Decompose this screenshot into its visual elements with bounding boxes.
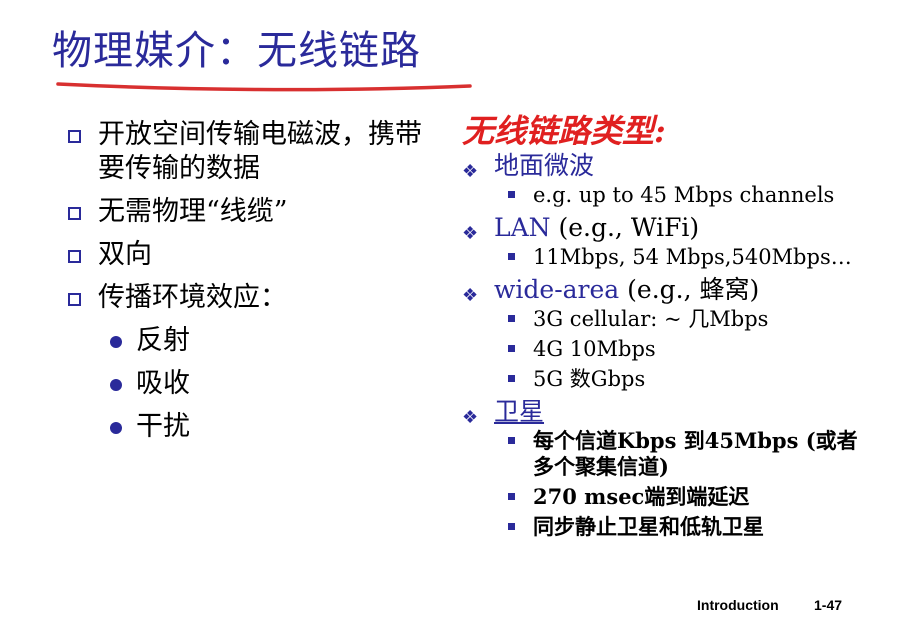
right-column: ❖ 地面微波 e.g. up to 45 Mbps channels ❖ LAN… (462, 148, 902, 544)
dot-bullet-icon (110, 422, 122, 434)
link-type-name: LAN (494, 213, 551, 242)
square-bullet-icon (68, 250, 81, 263)
left-sub-bullet: 干扰 (66, 410, 446, 444)
page-number: 1-47 (814, 597, 843, 613)
left-sub-bullet-text: 干扰 (136, 411, 190, 442)
square-bullet-icon (508, 437, 515, 444)
title-underline (56, 82, 472, 92)
link-type-name: wide-area (494, 275, 620, 304)
left-bullet-text: 开放空间传输电磁波，携带要传输的数据 (98, 119, 422, 184)
wireless-link-types-heading: 无线链路类型: (462, 112, 666, 150)
square-bullet-icon (508, 253, 515, 260)
link-type-note: (e.g., WiFi) (550, 213, 700, 242)
link-type-detail: 4G 10Mbps (462, 336, 902, 362)
left-bullet-text: 无需物理“线缆” (98, 196, 288, 227)
square-bullet-icon (508, 493, 515, 500)
footer-label: Introduction (697, 597, 779, 613)
link-type-detail: 270 msec端到端延迟 (462, 484, 902, 510)
square-bullet-icon (508, 345, 515, 352)
square-bullet-icon (508, 523, 515, 530)
square-bullet-icon (68, 293, 81, 306)
link-type-detail: 3G cellular: ~ 几Mbps (462, 306, 902, 332)
left-sub-bullet: 吸收 (66, 367, 446, 401)
square-bullet-icon (508, 315, 515, 322)
left-bullet-text: 传播环境效应： (98, 282, 287, 313)
left-bullet: 无需物理“线缆” (66, 195, 446, 229)
link-type-detail: 每个信道Kbps 到45Mbps (或者多个聚集信道) (462, 428, 863, 480)
link-type-detail: 5G 数Gbps (462, 366, 902, 392)
dot-bullet-icon (110, 336, 122, 348)
link-type-detail: e.g. up to 45 Mbps channels (462, 182, 902, 208)
link-type-name: 卫星 (494, 397, 545, 426)
dot-bullet-icon (110, 379, 122, 391)
left-bullet: 开放空间传输电磁波，携带要传输的数据 (66, 118, 446, 186)
link-type-detail: 11Mbps, 54 Mbps,540Mbps… (462, 244, 902, 270)
left-bullet-text: 双向 (98, 239, 152, 270)
square-bullet-icon (508, 191, 515, 198)
link-type-heading: ❖ 地面微波 (462, 150, 902, 182)
link-type-note: (e.g., 蜂窝) (619, 275, 760, 304)
left-column: 开放空间传输电磁波，携带要传输的数据 无需物理“线缆” 双向 传播环境效应： 反… (66, 118, 446, 453)
square-bullet-icon (508, 375, 515, 382)
link-type-heading: ❖ LAN (e.g., WiFi) (462, 212, 902, 244)
left-sub-bullet: 反射 (66, 324, 446, 358)
link-type-name: 地面微波 (494, 151, 595, 180)
link-type-detail: 同步静止卫星和低轨卫星 (462, 514, 902, 540)
left-sub-bullet-text: 反射 (136, 325, 190, 356)
square-bullet-icon (68, 130, 81, 143)
link-type-heading: ❖ wide-area (e.g., 蜂窝) (462, 274, 902, 306)
left-bullet: 双向 (66, 238, 446, 272)
link-type-heading: ❖ 卫星 (462, 396, 902, 428)
square-bullet-icon (68, 207, 81, 220)
left-bullet: 传播环境效应： (66, 281, 446, 315)
left-sub-bullet-text: 吸收 (136, 368, 190, 399)
slide-title: 物理媒介：无线链路 (52, 28, 421, 74)
